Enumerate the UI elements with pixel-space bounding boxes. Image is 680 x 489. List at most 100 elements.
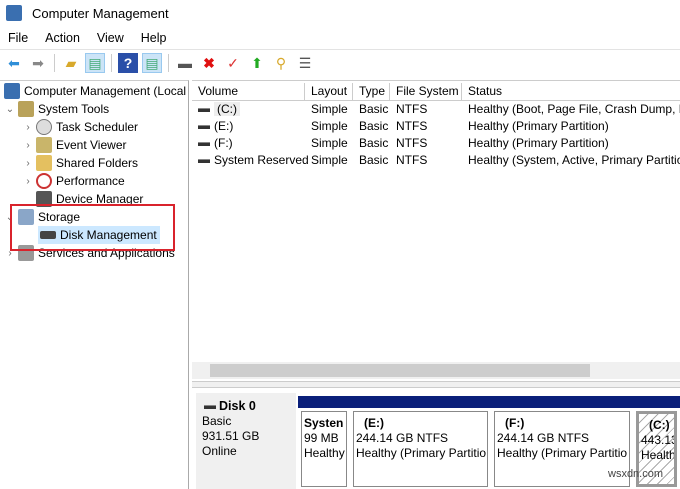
volume-list: Volume Layout Type File System Status (C… [192,80,680,380]
partition-box: (E:) 244.14 GB NTFS Healthy (Primary Parti… [353,411,488,487]
column-file-system[interactable]: File System [390,83,462,101]
clock-icon [36,119,52,135]
chevron-right-icon[interactable]: › [22,122,34,133]
partition-status: Healthy [304,446,345,460]
back-icon[interactable]: ⬅ [4,53,24,73]
table-cell: Healthy (Primary Partition) [468,136,609,150]
table-cell: Healthy (Primary Partition) [468,119,609,133]
delete-icon[interactable]: ✖ [199,53,219,73]
tree-task-scheduler[interactable]: › Task Scheduler [22,118,138,136]
window-title: Computer Management [32,5,169,21]
table-cell: NTFS [396,136,428,150]
tree-shared-folders[interactable]: › Shared Folders [22,154,138,172]
table-cell: Simple [311,153,348,167]
drive-icon [198,158,210,163]
volume-name: (F:) [214,136,233,150]
table-cell: Basic [359,102,389,116]
highlight-box [10,204,175,251]
up-folder-icon[interactable]: ▰ [61,53,81,73]
partition[interactable]: Systen 99 MB Healthy [298,396,350,489]
column-layout[interactable]: Layout [305,83,353,101]
menu-view[interactable]: View [97,31,124,45]
tree-event-viewer[interactable]: › Event Viewer [22,136,126,154]
table-cell: Healthy (System, Active, Primary Partiti… [468,153,680,167]
scrollbar-thumb[interactable] [210,364,590,377]
disk-info[interactable]: Disk 0 Basic 931.51 GB Online [196,393,296,489]
disk-status: Online [202,444,237,458]
partition-box: Systen 99 MB Healthy [301,411,347,487]
partition-bar [633,396,680,408]
performance-icon [36,173,52,189]
table-cell: Basic [359,119,389,133]
chevron-right-icon[interactable]: › [22,176,34,187]
list-icon[interactable]: ☰ [295,53,315,73]
menu-help[interactable]: Help [141,31,167,45]
disk-type: Basic [202,414,232,428]
chevron-right-icon[interactable]: › [22,140,34,151]
table-cell: Simple [311,102,348,116]
computer-management-icon [6,5,22,21]
tree-label: Event Viewer [56,138,127,152]
table-cell: System Reserved [192,153,309,167]
volume-name: System Reserved [214,153,309,167]
partition-bar [491,396,633,408]
partition[interactable]: (E:) 244.14 GB NTFS Healthy (Primary Parti… [350,396,491,489]
tree-label: Performance [56,174,125,188]
table-cell: NTFS [396,119,428,133]
partition-bar [298,396,350,408]
menu-file[interactable]: File [8,31,28,45]
partition-name: (F:) [505,416,525,430]
table-cell: Basic [359,136,389,150]
separator [54,54,55,72]
table-cell: Simple [311,136,348,150]
tree-root-label: Computer Management (Local [24,84,187,98]
toolbar: ⬅ ➡ ▰ ▤ ? ▤ ▬ ✖ ✓ ⬆ ⚲ ☰ [0,49,680,76]
tools-icon [18,101,34,117]
tree-label: Shared Folders [56,156,139,170]
disk-name: Disk 0 [219,399,256,413]
chevron-down-icon[interactable]: ⌄ [4,104,16,115]
tree-root[interactable]: Computer Management (Local [2,82,186,100]
tree-label: System Tools [38,102,110,116]
disk-icon [204,404,216,409]
navigation-tree: Computer Management (Local ⌄ System Tools… [0,80,189,489]
drive-icon [198,107,210,112]
partition-size: 99 MB [304,431,339,445]
table-cell: (E:) [192,119,233,133]
connect-drive-icon[interactable]: ▬ [175,53,195,73]
table-row[interactable]: System Reserved Simple Basic NTFS Healthy (S… [192,152,680,169]
table-cell: Simple [311,119,348,133]
partition-status: Healthy (Primary Partitio [497,446,628,460]
table-cell: (F:) [192,136,233,150]
pane-splitter[interactable] [192,381,680,388]
column-volume[interactable]: Volume [192,83,305,101]
menu-action[interactable]: Action [45,31,80,45]
table-row[interactable]: (F:) Simple Basic NTFS Healthy (Primary Part… [192,135,680,152]
show-hide-tree-icon[interactable]: ▤ [85,53,105,73]
tree-system-tools[interactable]: ⌄ System Tools [4,100,109,118]
title-bar: Computer Management [0,0,680,26]
table-row[interactable]: (C:) Simple Basic NTFS Healthy (Boot, Page F… [192,101,680,118]
computer-icon [4,83,20,99]
column-type[interactable]: Type [353,83,390,101]
help-icon[interactable]: ? [118,53,138,73]
partition-size: 443.13 G [641,433,677,447]
separator [168,54,169,72]
partition-size: 244.14 GB NTFS [356,431,449,445]
tree-performance[interactable]: › Performance [22,172,125,190]
partition-status: Healthy (Primary Partitio [356,446,487,460]
export-icon[interactable]: ⬆ [247,53,267,73]
separator [111,54,112,72]
volume-name: (E:) [214,119,234,133]
watermark: wsxdn.com [608,468,664,480]
chevron-right-icon[interactable]: › [22,158,34,169]
menu-bar: File Action View Help [0,28,176,48]
search-icon[interactable]: ⚲ [271,53,291,73]
properties-icon[interactable]: ✓ [223,53,243,73]
column-status[interactable]: Status [462,83,680,101]
partition-name: (C:) [649,418,670,432]
tree-label: Task Scheduler [56,120,139,134]
show-hide-action-pane-icon[interactable]: ▤ [142,53,162,73]
table-row[interactable]: (E:) Simple Basic NTFS Healthy (Primary Part… [192,118,680,135]
forward-icon[interactable]: ➡ [28,53,48,73]
